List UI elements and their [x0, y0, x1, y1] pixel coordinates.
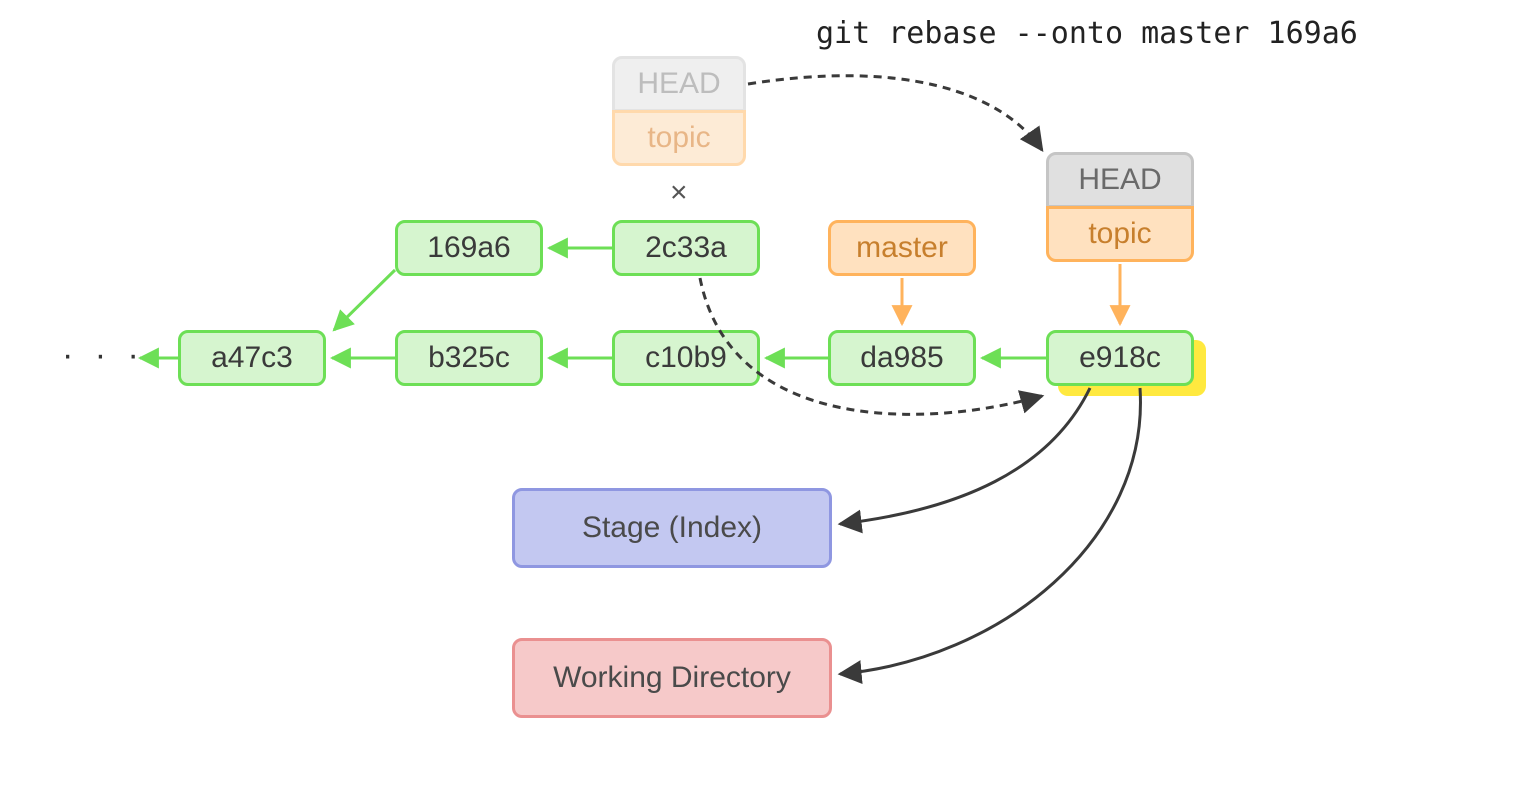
- command-text: git rebase --onto master 169a6: [816, 16, 1358, 51]
- commit-a47c3: a47c3: [178, 330, 326, 386]
- diagram-canvas: git rebase --onto master 169a6 HEAD topi…: [0, 0, 1516, 808]
- commit-e918c: e918c: [1046, 330, 1194, 386]
- ref-head-old: HEAD: [612, 56, 746, 112]
- ref-master: master: [828, 220, 976, 276]
- ref-topic-old: topic: [612, 110, 746, 166]
- ref-topic-new: topic: [1046, 206, 1194, 262]
- commit-c10b9: c10b9: [612, 330, 760, 386]
- commit-b325c: b325c: [395, 330, 543, 386]
- commit-2c33a: 2c33a: [612, 220, 760, 276]
- commit-da985: da985: [828, 330, 976, 386]
- stage-box: Stage (Index): [512, 488, 832, 568]
- working-directory-box: Working Directory: [512, 638, 832, 718]
- ref-head-new: HEAD: [1046, 152, 1194, 208]
- ellipsis: · · ·: [62, 336, 145, 375]
- commit-169a6: 169a6: [395, 220, 543, 276]
- cross-mark: ×: [670, 176, 688, 210]
